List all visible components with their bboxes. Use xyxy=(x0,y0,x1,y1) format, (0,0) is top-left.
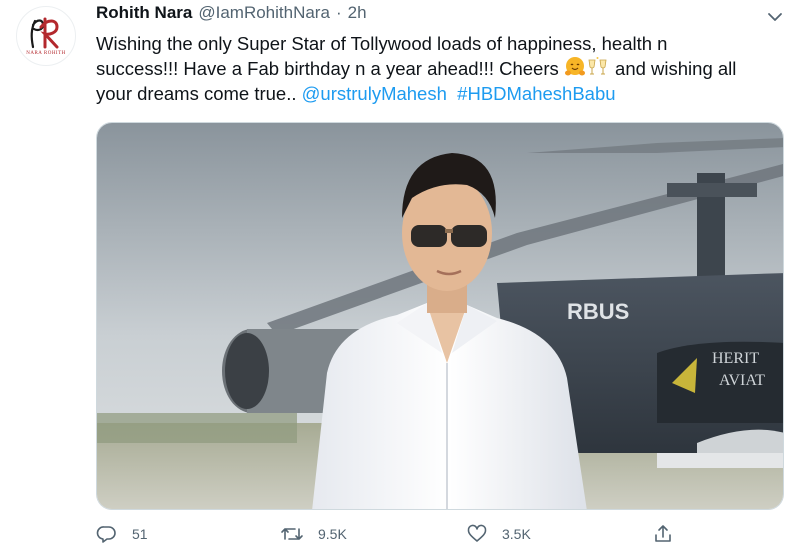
helicopter-brand-text: RBUS xyxy=(567,299,629,324)
share-action[interactable] xyxy=(652,523,688,545)
tweet-text-line2-start: success!!! Have a Fab birthday n a year … xyxy=(96,58,564,79)
chevron-down-icon[interactable] xyxy=(764,6,786,28)
display-name[interactable]: Rohith Nara xyxy=(96,3,192,23)
helicopter-livery-text-2: AVIAT xyxy=(719,372,765,389)
tweet-text: Wishing the only Super Star of Tollywood… xyxy=(96,31,776,106)
retweet-action[interactable]: 9.5K xyxy=(280,523,347,545)
photo-man-with-helicopter: RBUS HERIT AVIAT xyxy=(97,123,783,509)
tweet-text-line2-end: and wishing all xyxy=(609,58,737,79)
user-handle[interactable]: @IamRohithNara xyxy=(198,3,330,23)
avatar-logo-text: NARA ROHITH xyxy=(26,51,66,56)
tweet-header: Rohith Nara @IamRohithNara · 2h xyxy=(96,3,367,27)
retweet-count: 9.5K xyxy=(318,526,347,542)
reply-action[interactable]: 51 xyxy=(96,523,148,545)
like-icon[interactable] xyxy=(466,523,488,545)
tweet-card[interactable]: NARA ROHITH Rohith Nara @IamRohithNara ·… xyxy=(0,0,800,556)
hugging-face-emoji xyxy=(564,57,585,76)
tweet-text-line3-start: your dreams come true.. xyxy=(96,83,302,104)
hashtag-link[interactable]: #HBDMaheshBabu xyxy=(457,83,615,104)
like-count: 3.5K xyxy=(502,526,531,542)
helicopter-livery-text-1: HERIT xyxy=(712,350,759,367)
like-action[interactable]: 3.5K xyxy=(466,523,531,545)
avatar[interactable]: NARA ROHITH xyxy=(16,6,76,66)
separator-dot: · xyxy=(335,3,342,22)
mention-link[interactable]: @urstrulyMahesh xyxy=(302,83,447,104)
share-icon[interactable] xyxy=(652,523,674,545)
nara-rohith-logo xyxy=(30,17,59,49)
tweet-actions: 51 9.5K 3.5K xyxy=(96,523,696,551)
reply-icon[interactable] xyxy=(96,523,118,545)
clinking-glasses-emoji xyxy=(588,57,607,75)
reply-count: 51 xyxy=(132,526,148,542)
tweet-media-image[interactable]: RBUS HERIT AVIAT xyxy=(96,122,784,510)
timestamp[interactable]: 2h xyxy=(348,3,367,23)
retweet-icon[interactable] xyxy=(280,523,304,545)
tweet-text-line1: Wishing the only Super Star of Tollywood… xyxy=(96,33,668,54)
